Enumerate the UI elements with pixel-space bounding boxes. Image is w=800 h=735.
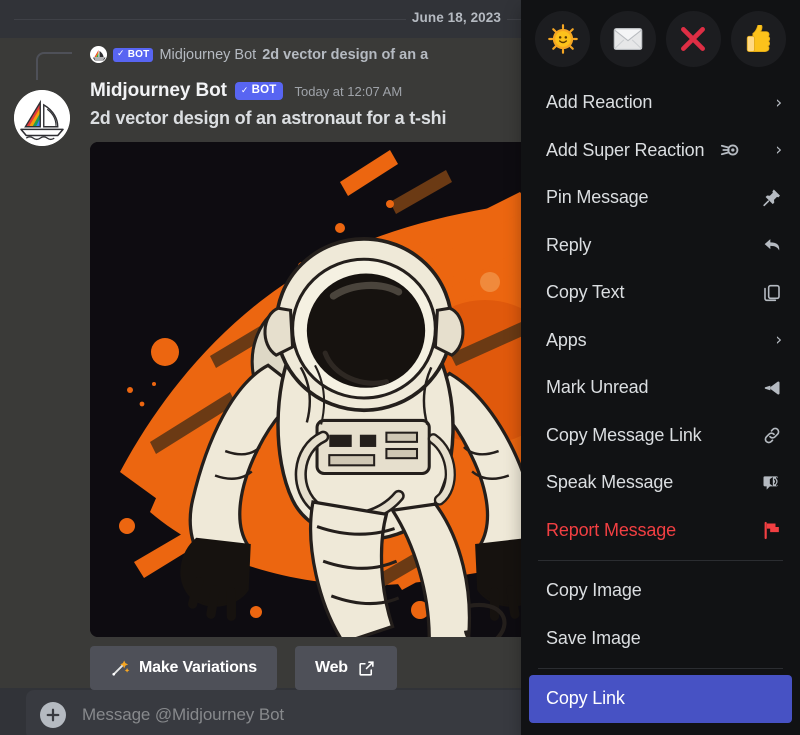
message-context-menu: Add Reaction › Add Super Reaction › Pin …: [521, 0, 800, 735]
mark-unread-icon: [762, 378, 782, 398]
context-menu-item-label: Pin Message: [546, 187, 649, 208]
message-composer[interactable]: Message @Midjourney Bot: [26, 690, 566, 735]
date-divider: June 18, 2023: [0, 0, 525, 38]
context-menu-item-copy-text[interactable]: Copy Text: [529, 269, 792, 317]
context-menu-item-trailing: ›: [775, 93, 782, 113]
bot-badge-label: BOT: [251, 84, 277, 97]
reply-bot-badge: ✓ BOT: [113, 47, 154, 62]
reply-content[interactable]: 2d vector design of an a: [262, 47, 428, 63]
context-menu-item-trailing: [762, 473, 782, 493]
pin-icon: [762, 188, 782, 208]
context-menu-item-trailing: ›: [775, 140, 782, 160]
bot-badge: ✓ BOT: [234, 82, 283, 100]
envelope-emoji[interactable]: [600, 11, 656, 67]
context-menu-item-trailing: [762, 235, 782, 255]
context-menu-item-add-super-reaction[interactable]: Add Super Reaction ›: [529, 127, 792, 175]
context-menu-item-trailing: [762, 425, 782, 445]
chat-panel: June 18, 2023 ✓ BOT Midjourney Bot 2d ve…: [0, 0, 566, 735]
context-menu-item-save-image[interactable]: Save Image: [529, 615, 792, 663]
context-menu-item-add-reaction[interactable]: Add Reaction ›: [529, 79, 792, 127]
cross-mark-emoji[interactable]: [665, 11, 721, 67]
date-divider-label: June 18, 2023: [405, 10, 507, 25]
super-reaction-icon: [720, 139, 742, 161]
context-menu-item-label: Copy Message Link: [546, 424, 702, 445]
context-menu-item-trailing: [762, 378, 782, 398]
copy-icon: [762, 283, 782, 303]
context-menu-item-label: Speak Message: [546, 472, 674, 493]
context-menu-item-open-link[interactable]: Open Link: [529, 723, 792, 735]
reply-arrow-icon: [762, 235, 782, 255]
context-menu-item-copy-link[interactable]: Copy Link: [529, 675, 792, 723]
context-menu-item-label: Report Message: [546, 519, 676, 540]
context-menu-item-report-message[interactable]: Report Message: [529, 507, 792, 555]
thumbs-up-emoji[interactable]: [730, 11, 786, 67]
chevron-right-icon: ›: [775, 92, 782, 113]
context-menu-item-trailing: [762, 520, 782, 540]
message-content: 2d vector design of an astronaut for a t…: [90, 108, 447, 128]
flag-icon: [762, 520, 782, 540]
context-menu-item-trailing: ›: [775, 330, 782, 350]
message-action-buttons: Make Variations Web: [90, 646, 397, 690]
context-menu-item-speak-message[interactable]: Speak Message: [529, 459, 792, 507]
make-variations-label: Make Variations: [139, 659, 257, 676]
bot-check-icon: ✓: [117, 48, 125, 59]
message-header: Midjourney Bot ✓ BOT Today at 12:07 AM: [90, 80, 402, 102]
context-menu-item-mark-unread[interactable]: Mark Unread: [529, 364, 792, 412]
context-menu-item-trailing: [762, 188, 782, 208]
context-menu-item-label: Copy Image: [546, 580, 642, 601]
reply-preview[interactable]: ✓ BOT Midjourney Bot 2d vector design of…: [0, 38, 525, 80]
context-menu-item-copy-image[interactable]: Copy Image: [529, 567, 792, 615]
context-menu-item-label: Save Image: [546, 627, 641, 648]
avatar[interactable]: [14, 90, 70, 146]
context-menu-item-label: Copy Text: [546, 282, 625, 303]
link-icon: [762, 425, 782, 445]
discord-window: June 18, 2023 ✓ BOT Midjourney Bot 2d ve…: [0, 0, 800, 735]
speaker-icon: [762, 473, 782, 493]
plus-icon[interactable]: [40, 702, 66, 728]
context-menu-item-apps[interactable]: Apps ›: [529, 317, 792, 365]
web-button[interactable]: Web: [294, 646, 397, 690]
context-menu-groups: Add Reaction › Add Super Reaction › Pin …: [529, 79, 792, 735]
bot-badge-label: BOT: [127, 48, 150, 60]
context-menu-item-label: Add Super Reaction: [546, 139, 705, 160]
sun-with-face-emoji[interactable]: [535, 11, 591, 67]
context-menu-item-label: Copy Link: [546, 688, 625, 709]
message-author[interactable]: Midjourney Bot: [90, 80, 227, 102]
chevron-right-icon: ›: [775, 140, 782, 161]
make-variations-button[interactable]: Make Variations: [90, 646, 277, 690]
quick-reactions-row: [529, 7, 792, 79]
message-block[interactable]: ✓ BOT Midjourney Bot 2d vector design of…: [0, 38, 545, 690]
context-menu-item-reply[interactable]: Reply: [529, 222, 792, 270]
web-label: Web: [314, 659, 348, 676]
midjourney-sailboat-icon: [90, 46, 107, 63]
context-menu-item-label: Mark Unread: [546, 377, 649, 398]
magic-wand-icon: [110, 658, 130, 678]
context-menu-item-label: Apps: [546, 329, 587, 350]
chevron-right-icon: ›: [775, 330, 782, 351]
message-timestamp: Today at 12:07 AM: [294, 83, 403, 99]
message-input-placeholder[interactable]: Message @Midjourney Bot: [82, 705, 284, 725]
reply-author[interactable]: Midjourney Bot: [159, 47, 256, 63]
reply-spine: [36, 52, 72, 80]
astronaut-vector-art-image[interactable]: [90, 142, 545, 637]
bot-check-icon: ✓: [240, 84, 249, 95]
context-menu-separator: [538, 668, 783, 669]
context-menu-item-pin-message[interactable]: Pin Message: [529, 174, 792, 222]
context-menu-item-label: Reply: [546, 234, 592, 255]
context-menu-item-trailing: [762, 283, 782, 303]
context-menu-item-copy-message-link[interactable]: Copy Message Link: [529, 412, 792, 460]
context-menu-separator: [538, 560, 783, 561]
external-link-icon: [357, 658, 377, 678]
context-menu-item-label: Add Reaction: [546, 92, 653, 113]
